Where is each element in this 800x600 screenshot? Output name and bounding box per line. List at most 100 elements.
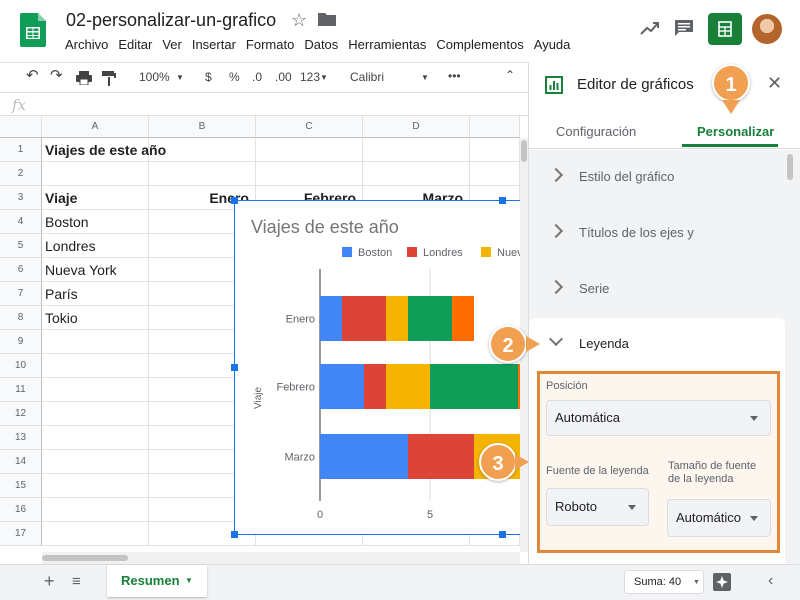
comment-icon[interactable] <box>674 19 694 37</box>
menu-datos[interactable]: Datos <box>304 37 338 52</box>
column-header-b[interactable]: B <box>149 116 256 138</box>
menu-insertar[interactable]: Insertar <box>192 37 236 52</box>
print-icon[interactable] <box>76 71 92 85</box>
section-serie[interactable]: Serie <box>529 262 785 318</box>
column-header-a[interactable]: A <box>42 116 149 138</box>
column-header-d[interactable]: D <box>363 116 470 138</box>
paint-format-icon[interactable] <box>102 71 116 86</box>
cell-city[interactable]: Londres <box>42 234 149 258</box>
cell[interactable] <box>256 138 363 162</box>
sheet-tab-resumen[interactable]: Resumen ▼ <box>107 565 207 597</box>
row-header[interactable]: 13 <box>0 426 42 450</box>
cell[interactable] <box>470 138 520 162</box>
decrease-decimals-button[interactable]: .0 <box>252 70 262 84</box>
cell-city[interactable]: Nueva York <box>42 258 149 282</box>
menu-herramientas[interactable]: Herramientas <box>348 37 426 52</box>
cell-city[interactable]: París <box>42 282 149 306</box>
panel-scrollbar[interactable] <box>786 154 794 560</box>
row-header[interactable]: 4 <box>0 210 42 234</box>
sum-indicator[interactable]: Suma: 40 ▼ <box>624 570 704 594</box>
row-header[interactable]: 17 <box>0 522 42 546</box>
row-header[interactable]: 3 <box>0 186 42 210</box>
redo-icon[interactable]: ↷ <box>50 66 63 84</box>
section-estilo[interactable]: Estilo del gráfico <box>529 150 785 206</box>
zoom-select[interactable]: 100% <box>139 70 170 84</box>
horizontal-scrollbar[interactable] <box>42 552 520 564</box>
menu-complementos[interactable]: Complementos <box>436 37 523 52</box>
row-header[interactable]: 2 <box>0 162 42 186</box>
section-titulos[interactable]: Títulos de los ejes y <box>529 206 785 262</box>
collapse-toolbar-icon[interactable]: ⌃ <box>505 68 515 82</box>
row-header[interactable]: 8 <box>0 306 42 330</box>
panel-scroll-thumb[interactable] <box>787 154 793 180</box>
chart[interactable]: Viajes de este año Boston Londres Nuev Ene… <box>234 200 520 535</box>
row-header[interactable]: 16 <box>0 498 42 522</box>
cell[interactable] <box>42 450 149 474</box>
formula-bar[interactable]: fx <box>0 92 528 116</box>
cell-city[interactable]: Boston <box>42 210 149 234</box>
cell[interactable] <box>42 498 149 522</box>
row-header[interactable]: 5 <box>0 234 42 258</box>
row-header[interactable]: 6 <box>0 258 42 282</box>
column-header-e[interactable] <box>470 116 520 138</box>
document-title[interactable]: 02-personalizar-un-grafico <box>66 10 276 31</box>
size-dropdown[interactable]: Automático <box>667 499 771 537</box>
formats-caret-icon[interactable]: ▼ <box>320 73 328 82</box>
zoom-caret-icon[interactable]: ▼ <box>176 73 184 82</box>
sheets-logo-icon[interactable] <box>20 13 46 47</box>
cell[interactable] <box>42 522 149 546</box>
add-sheet-icon[interactable]: + <box>44 571 55 592</box>
row-header[interactable]: 11 <box>0 378 42 402</box>
row-header[interactable]: 9 <box>0 330 42 354</box>
menu-ayuda[interactable]: Ayuda <box>534 37 571 52</box>
menu-ver[interactable]: Ver <box>162 37 182 52</box>
font-caret-icon[interactable]: ▼ <box>421 73 429 82</box>
row-header[interactable]: 14 <box>0 450 42 474</box>
menu-editar[interactable]: Editar <box>118 37 152 52</box>
row-header[interactable]: 1 <box>0 138 42 162</box>
close-icon[interactable]: ✕ <box>767 73 782 94</box>
cell[interactable] <box>42 162 149 186</box>
cell[interactable] <box>149 162 256 186</box>
chart-resize-handle-tr[interactable] <box>499 197 506 204</box>
cell[interactable] <box>363 138 470 162</box>
currency-button[interactable]: $ <box>205 70 212 84</box>
font-select[interactable]: Calibri <box>350 70 384 84</box>
cell-header[interactable]: Viaje <box>42 186 149 210</box>
select-all-corner[interactable] <box>0 116 42 138</box>
row-header[interactable]: 12 <box>0 402 42 426</box>
all-sheets-icon[interactable]: ≡ <box>72 573 81 590</box>
folder-icon[interactable] <box>318 12 336 26</box>
sheets-share-button[interactable] <box>708 13 742 45</box>
more-formats-button[interactable]: 123 <box>300 70 320 84</box>
cell[interactable] <box>42 354 149 378</box>
vertical-scroll-thumb[interactable] <box>521 140 527 162</box>
row-header[interactable]: 7 <box>0 282 42 306</box>
more-options-icon[interactable]: ••• <box>448 69 461 83</box>
chart-resize-handle-tl[interactable] <box>231 197 238 204</box>
cell-city[interactable]: Tokio <box>42 306 149 330</box>
menu-archivo[interactable]: Archivo <box>65 37 108 52</box>
cell[interactable] <box>470 162 520 186</box>
side-panel-toggle-icon[interactable]: ‹ <box>768 572 773 590</box>
cell[interactable] <box>149 138 256 162</box>
undo-icon[interactable]: ↶ <box>26 66 39 84</box>
row-header[interactable]: 10 <box>0 354 42 378</box>
font-dropdown[interactable]: Roboto <box>546 488 649 526</box>
increase-decimals-button[interactable]: .00 <box>275 70 292 84</box>
percent-button[interactable]: % <box>229 70 240 84</box>
chart-resize-handle-br[interactable] <box>499 531 506 538</box>
chart-resize-handle-bl[interactable] <box>231 531 238 538</box>
star-icon[interactable]: ☆ <box>291 10 307 31</box>
column-header-c[interactable]: C <box>256 116 363 138</box>
cell[interactable] <box>42 330 149 354</box>
tab-configuracion[interactable]: Configuración <box>556 124 636 139</box>
trending-icon[interactable] <box>640 20 660 36</box>
chart-resize-handle-l[interactable] <box>231 364 238 371</box>
cell[interactable] <box>42 402 149 426</box>
cell[interactable] <box>42 426 149 450</box>
row-header[interactable]: 15 <box>0 474 42 498</box>
horizontal-scroll-thumb[interactable] <box>42 555 128 561</box>
tab-personalizar[interactable]: Personalizar <box>697 124 774 139</box>
position-dropdown[interactable]: Automática <box>546 400 771 436</box>
